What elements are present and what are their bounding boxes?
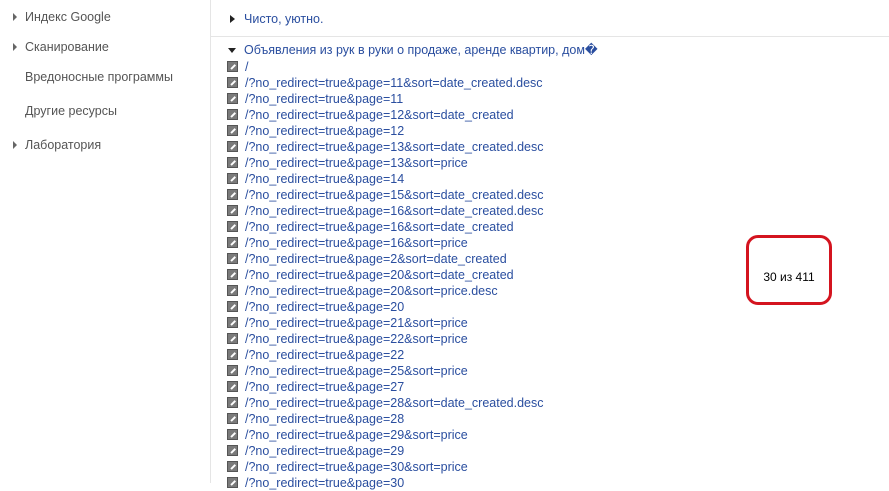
- external-link-icon[interactable]: [227, 93, 238, 104]
- url-link[interactable]: /?no_redirect=true&page=27: [245, 379, 404, 395]
- sidebar-item-label: Вредоносные программы: [25, 70, 173, 84]
- external-link-icon[interactable]: [227, 269, 238, 280]
- url-link[interactable]: /?no_redirect=true&page=30: [245, 475, 404, 491]
- external-link-icon[interactable]: [227, 205, 238, 216]
- url-link[interactable]: /?no_redirect=true&page=12&sort=date_cre…: [245, 107, 514, 123]
- url-link[interactable]: /?no_redirect=true&page=21&sort=price: [245, 315, 468, 331]
- external-link-icon[interactable]: [227, 61, 238, 72]
- sidebar-item-label: Другие ресурсы: [25, 104, 117, 118]
- section-title: Чисто, уютно.: [244, 12, 324, 26]
- collapsed-arrow-icon: [230, 15, 235, 23]
- external-link-icon[interactable]: [227, 413, 238, 424]
- url-link[interactable]: /?no_redirect=true&page=2&sort=date_crea…: [245, 251, 507, 267]
- url-link[interactable]: /?no_redirect=true&page=25&sort=price: [245, 363, 468, 379]
- url-link[interactable]: /?no_redirect=true&page=11&sort=date_cre…: [245, 75, 543, 91]
- external-link-icon[interactable]: [227, 333, 238, 344]
- external-link-icon[interactable]: [227, 461, 238, 472]
- external-link-icon[interactable]: [227, 77, 238, 88]
- external-link-icon[interactable]: [227, 445, 238, 456]
- external-link-icon[interactable]: [227, 141, 238, 152]
- url-link[interactable]: /: [245, 59, 248, 75]
- sidebar-item-label: Индекс Google: [25, 10, 111, 24]
- external-link-icon[interactable]: [227, 397, 238, 408]
- section-title: Объявления из рук в руки о продаже, арен…: [244, 43, 598, 57]
- external-link-icon[interactable]: [227, 349, 238, 360]
- external-link-icon[interactable]: [227, 365, 238, 376]
- url-link[interactable]: /?no_redirect=true&page=28: [245, 411, 404, 427]
- url-link[interactable]: /?no_redirect=true&page=14: [245, 171, 404, 187]
- external-link-icon[interactable]: [227, 189, 238, 200]
- url-link[interactable]: /?no_redirect=true&page=20&sort=date_cre…: [245, 267, 514, 283]
- url-link[interactable]: /?no_redirect=true&page=20&sort=price.de…: [245, 283, 498, 299]
- sidebar: Индекс Google Сканирование Вредоносные п…: [0, 0, 211, 483]
- url-link[interactable]: /?no_redirect=true&page=13&sort=price: [245, 155, 468, 171]
- external-link-icon[interactable]: [227, 285, 238, 296]
- external-link-icon[interactable]: [227, 173, 238, 184]
- external-link-icon[interactable]: [227, 109, 238, 120]
- expand-arrow-icon: [13, 43, 17, 51]
- external-link-icon[interactable]: [227, 157, 238, 168]
- external-link-icon[interactable]: [227, 221, 238, 232]
- section-clean: Чисто, уютно.: [211, 0, 889, 37]
- url-link[interactable]: /?no_redirect=true&page=13&sort=date_cre…: [245, 139, 543, 155]
- external-link-icon[interactable]: [227, 429, 238, 440]
- count-text: 30 из 411: [763, 270, 815, 284]
- sidebar-item-label: Сканирование: [25, 40, 109, 54]
- count-callout: 30 из 411: [746, 235, 832, 305]
- sidebar-item-label: Лаборатория: [25, 138, 102, 152]
- url-link[interactable]: /?no_redirect=true&page=11: [245, 91, 403, 107]
- url-link[interactable]: /?no_redirect=true&page=15&sort=date_cre…: [245, 187, 543, 203]
- expand-arrow-icon: [13, 13, 17, 21]
- url-link[interactable]: /?no_redirect=true&page=16&sort=price: [245, 235, 468, 251]
- external-link-icon[interactable]: [227, 381, 238, 392]
- url-link[interactable]: /?no_redirect=true&page=16&sort=date_cre…: [245, 219, 514, 235]
- expanded-arrow-icon: [228, 48, 236, 53]
- url-link[interactable]: /?no_redirect=true&page=28&sort=date_cre…: [245, 395, 543, 411]
- url-link[interactable]: /?no_redirect=true&page=22&sort=price: [245, 331, 468, 347]
- url-link[interactable]: /?no_redirect=true&page=16&sort=date_cre…: [245, 203, 543, 219]
- url-link[interactable]: /?no_redirect=true&page=20: [245, 299, 404, 315]
- external-link-icon[interactable]: [227, 317, 238, 328]
- expand-arrow-icon: [13, 141, 17, 149]
- external-link-icon[interactable]: [227, 253, 238, 264]
- url-link[interactable]: /?no_redirect=true&page=29: [245, 443, 404, 459]
- external-link-icon[interactable]: [227, 125, 238, 136]
- external-link-icon[interactable]: [227, 301, 238, 312]
- url-link[interactable]: /?no_redirect=true&page=30&sort=price: [245, 459, 468, 475]
- url-link[interactable]: /?no_redirect=true&page=29&sort=price: [245, 427, 468, 443]
- url-link[interactable]: /?no_redirect=true&page=12: [245, 123, 404, 139]
- url-link[interactable]: /?no_redirect=true&page=22: [245, 347, 404, 363]
- external-link-icon[interactable]: [227, 237, 238, 248]
